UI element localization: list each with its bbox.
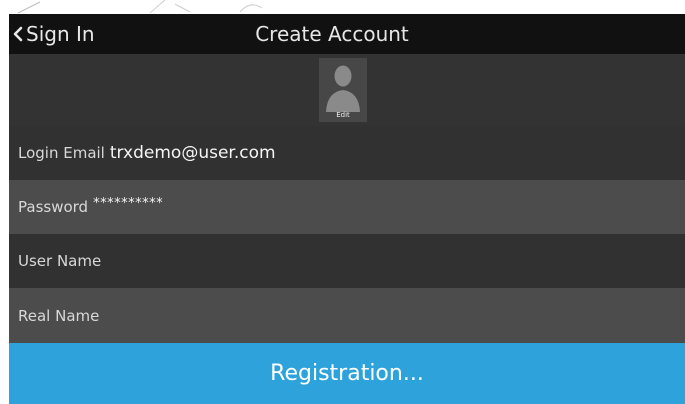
avatar[interactable]: Edit xyxy=(319,58,367,122)
password-label: Password xyxy=(18,198,89,216)
page-title: Create Account xyxy=(255,22,409,46)
username-label: User Name xyxy=(18,252,102,270)
email-value: trxdemo@user.com xyxy=(109,143,276,163)
realname-field[interactable]: Real Name xyxy=(9,288,685,343)
email-label: Login Email xyxy=(18,144,105,162)
password-field[interactable]: Password ********** xyxy=(9,180,685,234)
navigation-bar: Sign In Create Account xyxy=(9,14,685,54)
username-field[interactable]: User Name xyxy=(9,234,685,288)
email-field[interactable]: Login Email trxdemo@user.com xyxy=(9,126,685,180)
top-edge-decoration xyxy=(17,0,263,14)
realname-label: Real Name xyxy=(18,306,100,325)
create-account-screen: Sign In Create Account Edit Login Email … xyxy=(0,0,685,404)
avatar-edit-label: Edit xyxy=(336,111,350,119)
user-silhouette-icon xyxy=(326,65,360,112)
avatar-section: Edit xyxy=(9,54,685,126)
password-value: ********** xyxy=(93,195,164,211)
registration-button[interactable]: Registration... xyxy=(9,343,685,404)
